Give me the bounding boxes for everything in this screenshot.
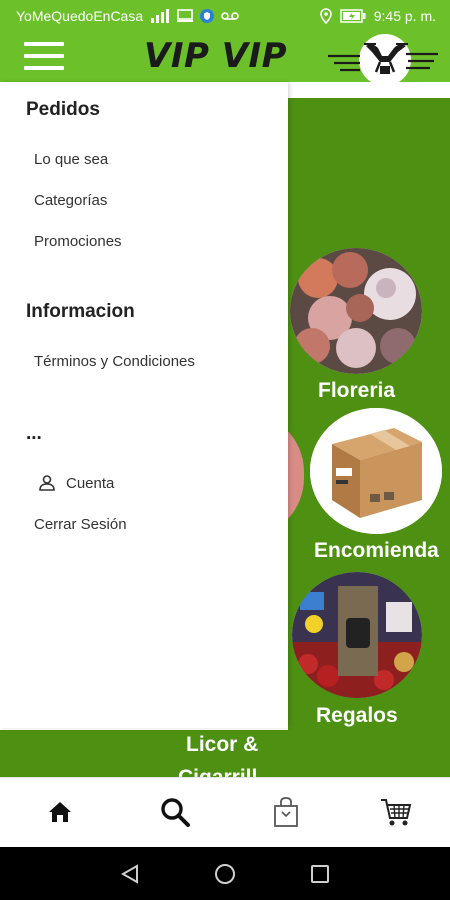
menu-item-label: Lo que sea: [34, 151, 109, 168]
floreria-label[interactable]: Floreria: [318, 379, 395, 403]
voicemail-icon: [221, 12, 239, 20]
clock: 9:45 p. m.: [373, 8, 436, 24]
status-bar: YoMeQuedoEnCasa 9:45 p. m.: [0, 0, 450, 32]
regalos-image[interactable]: [292, 572, 422, 698]
menu-item-lo-que-sea[interactable]: Lo que sea: [34, 151, 108, 168]
hamburger-icon[interactable]: [24, 42, 64, 70]
floreria-image[interactable]: [290, 248, 422, 374]
menu-item-terminos[interactable]: Términos y Condiciones: [34, 353, 195, 370]
home-circle-icon[interactable]: [211, 860, 239, 888]
app-title: VIP VIP: [144, 36, 288, 76]
cast-icon: [177, 9, 194, 22]
section-more-title: ...: [26, 423, 42, 444]
menu-item-label: Términos y Condiciones: [34, 353, 195, 370]
back-icon[interactable]: [116, 860, 144, 888]
licor-label[interactable]: Licor &: [186, 733, 258, 757]
delivery-drone-logo: [328, 34, 438, 86]
menu-item-label: Categorías: [34, 192, 108, 209]
encomienda-label[interactable]: Encomienda: [314, 539, 439, 563]
encomienda-image[interactable]: [310, 408, 442, 534]
app-bar: VIP VIP: [0, 32, 450, 86]
search-icon[interactable]: [151, 788, 199, 836]
bottom-navigation: [0, 777, 450, 847]
section-pedidos-title: Pedidos: [26, 99, 100, 120]
shield-icon: [200, 9, 215, 23]
person-icon: [39, 475, 55, 491]
menu-item-label: Cerrar Sesión: [34, 516, 127, 533]
shopping-bag-icon[interactable]: [262, 788, 310, 836]
menu-item-cerrar-sesion[interactable]: Cerrar Sesión: [34, 516, 127, 533]
menu-item-promociones[interactable]: Promociones: [34, 233, 122, 250]
menu-item-label: Cuenta: [66, 474, 115, 492]
recents-icon[interactable]: [306, 860, 334, 888]
cart-icon[interactable]: [372, 788, 420, 836]
battery-icon: [339, 9, 366, 23]
home-icon[interactable]: [36, 788, 84, 836]
menu-item-label: Promociones: [34, 233, 122, 250]
carrier-name: YoMeQuedoEnCasa: [16, 8, 144, 24]
regalos-label[interactable]: Regalos: [316, 704, 398, 728]
signal-icon: [151, 9, 170, 23]
navigation-drawer: Pedidos Lo que sea Categorías Promocione…: [0, 82, 288, 728]
location-icon: [319, 8, 332, 24]
menu-item-cuenta[interactable]: Cuenta: [38, 474, 114, 492]
system-navigation-bar: [0, 847, 450, 900]
section-informacion-title: Informacion: [26, 301, 135, 322]
menu-item-categorias[interactable]: Categorías: [34, 192, 107, 209]
licor-label-line2: Cigarrill: [178, 766, 257, 777]
